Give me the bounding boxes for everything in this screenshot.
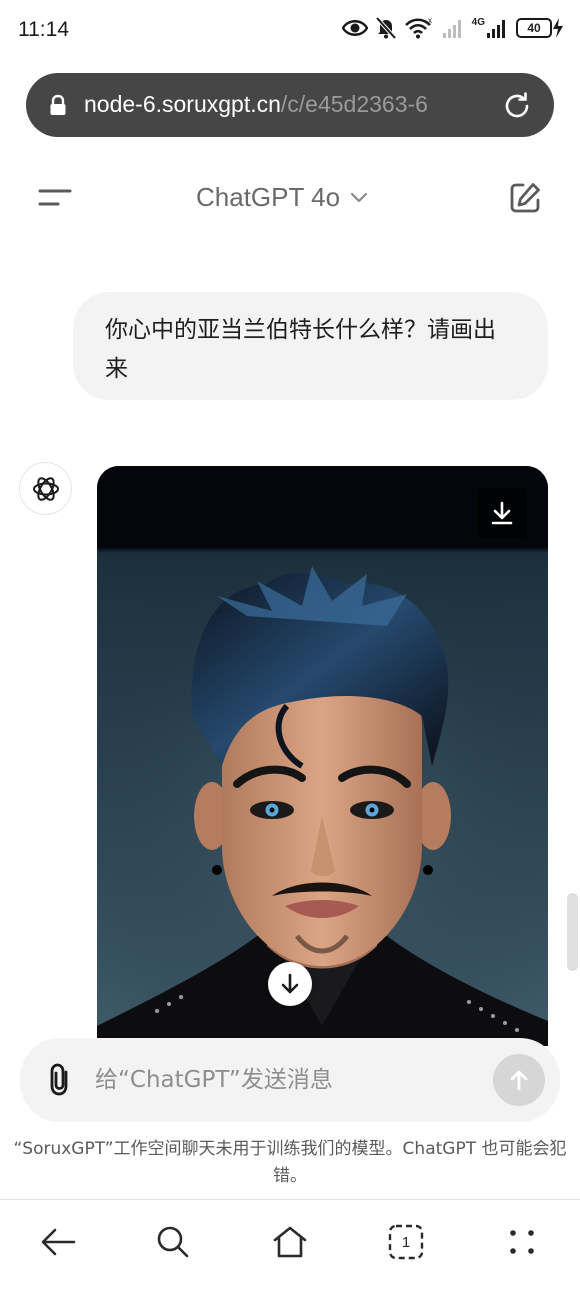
message-input[interactable] xyxy=(95,1058,485,1102)
nav-back-button[interactable] xyxy=(38,1222,78,1262)
arrow-down-icon xyxy=(281,973,299,994)
nav-search-button[interactable] xyxy=(153,1222,193,1262)
tab-count: 1 xyxy=(401,1233,411,1251)
reload-icon[interactable] xyxy=(500,89,534,123)
model-selector[interactable]: ChatGPT 4o xyxy=(196,182,368,213)
back-arrow-icon xyxy=(41,1228,76,1256)
status-bar: 11:14 x 4G 40 xyxy=(0,0,580,64)
scroll-to-bottom-button[interactable] xyxy=(268,962,312,1006)
nav-home-button[interactable] xyxy=(270,1222,310,1262)
url-path: /c/e45d2363-6 xyxy=(280,91,428,117)
generated-image[interactable] xyxy=(97,466,548,1046)
wifi-icon: x xyxy=(404,17,432,39)
home-icon xyxy=(273,1226,307,1258)
disclaimer-text: “SoruxGPT”工作空间聊天未用于训练我们的模型。ChatGPT 也可能会犯… xyxy=(13,1139,567,1186)
assistant-avatar xyxy=(19,462,72,515)
more-icon xyxy=(510,1230,534,1254)
user-message-bubble: 你心中的亚当兰伯特长什么样？请画出来 xyxy=(73,292,548,400)
signal-strength-icon xyxy=(487,20,505,38)
battery-level: 40 xyxy=(516,18,552,38)
lock-icon xyxy=(50,94,66,115)
bell-off-icon xyxy=(375,17,396,39)
eye-icon xyxy=(341,20,368,36)
message-composer xyxy=(20,1038,560,1122)
chevron-down-icon xyxy=(350,192,368,202)
url-bar[interactable]: node-6.soruxgpt.cn/c/e45d2363-6 xyxy=(26,73,554,137)
app-header: ChatGPT 4o xyxy=(0,165,580,235)
image-download-button[interactable] xyxy=(477,488,527,538)
send-button[interactable] xyxy=(493,1054,545,1106)
url-text[interactable]: node-6.soruxgpt.cn/c/e45d2363-6 xyxy=(84,91,506,118)
model-name: ChatGPT 4o xyxy=(196,182,341,212)
nav-more-button[interactable] xyxy=(502,1222,542,1262)
battery-icon: 40 xyxy=(516,17,564,39)
status-icons: x 4G 40 xyxy=(341,17,564,39)
search-icon xyxy=(157,1226,189,1258)
download-icon xyxy=(491,501,513,525)
arrow-up-icon xyxy=(510,1070,528,1091)
new-chat-icon[interactable] xyxy=(508,181,542,215)
status-time: 11:14 xyxy=(18,18,69,41)
portrait-illustration xyxy=(97,466,548,1046)
attach-icon[interactable] xyxy=(46,1062,74,1098)
svg-text:x: x xyxy=(428,17,432,25)
network-label: 4G xyxy=(471,17,485,28)
menu-icon[interactable] xyxy=(36,183,76,217)
signal-icon xyxy=(442,20,461,38)
charging-icon xyxy=(553,18,563,38)
browser-bottom-nav: 1 xyxy=(0,1200,580,1289)
scrollbar-thumb[interactable] xyxy=(567,893,578,971)
url-host: node-6.soruxgpt.cn xyxy=(84,91,281,117)
openai-logo-icon xyxy=(32,476,59,501)
nav-tabs-button[interactable]: 1 xyxy=(386,1222,426,1262)
signal-4g: 4G xyxy=(472,17,508,39)
